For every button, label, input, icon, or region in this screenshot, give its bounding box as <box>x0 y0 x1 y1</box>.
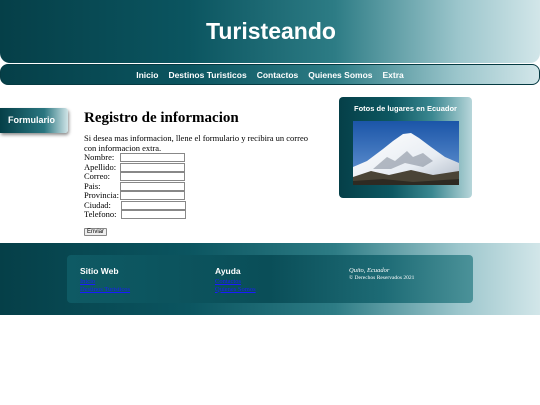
mountain-photo <box>353 121 459 185</box>
footer-col-title: Sitio Web <box>80 266 119 276</box>
nombre-field[interactable] <box>120 153 185 162</box>
footer-link-contactos[interactable]: Contactos <box>215 278 256 286</box>
footer-col-ayuda: Ayuda Contactos Quienes Somos <box>215 266 256 293</box>
form-intro: Si desea mas informacion, llene el formu… <box>84 133 308 153</box>
site-header: Turisteando <box>0 0 540 63</box>
field-row-provincia: Provincia: <box>84 190 324 201</box>
field-label: Telefono: <box>84 209 117 219</box>
photo-box-title: Fotos de lugares en Ecuador <box>354 104 457 113</box>
nav-destinos[interactable]: Destinos Turisticos <box>168 70 246 80</box>
field-row-pais: Pais: <box>84 181 324 192</box>
ciudad-field[interactable] <box>121 200 186 210</box>
footer-copyright: © Derechos Reservados 2021 <box>349 275 415 281</box>
apellido-field[interactable] <box>120 162 185 172</box>
footer-panel: Sitio Web Inicio Destinos Turisticos Ayu… <box>67 255 473 303</box>
nav-inicio[interactable]: Inicio <box>136 70 158 80</box>
nav-quienes-somos[interactable]: Quienes Somos <box>308 70 372 80</box>
footer-location: Quito, Ecuador <box>349 267 390 274</box>
footer-col-title: Ayuda <box>215 266 241 276</box>
correo-field[interactable] <box>120 172 185 181</box>
site-title: Turisteando <box>206 18 336 44</box>
photo-box: Fotos de lugares en Ecuador <box>339 97 472 198</box>
footer-col-sitio-web: Sitio Web Inicio Destinos Turisticos <box>80 266 130 293</box>
field-row-nombre: Nombre: <box>84 152 324 163</box>
provincia-field[interactable] <box>120 191 185 200</box>
side-tab-label: Formulario <box>8 115 56 125</box>
field-row-ciudad: Ciudad: <box>84 200 324 211</box>
form-heading: Registro de informacion <box>84 110 239 126</box>
field-row-correo: Correo: <box>84 171 324 182</box>
footer-link-quienes-somos[interactable]: Quienes Somos <box>215 286 256 294</box>
footer-link-inicio[interactable]: Inicio <box>80 278 130 286</box>
submit-button[interactable]: Enviar <box>84 227 108 236</box>
nav-contactos[interactable]: Contactos <box>257 70 299 80</box>
field-row-telefono: Telefono: <box>84 209 324 220</box>
site-footer: Sitio Web Inicio Destinos Turisticos Ayu… <box>0 243 540 315</box>
field-row-apellido: Apellido: <box>84 162 324 173</box>
footer-link-destinos[interactable]: Destinos Turisticos <box>80 286 130 294</box>
form-section: Registro de informacion Si desea mas inf… <box>84 110 324 238</box>
main-nav: Inicio Destinos Turisticos Contactos Qui… <box>0 64 540 85</box>
side-tab-formulario: Formulario <box>0 108 68 133</box>
nav-list: Inicio Destinos Turisticos Contactos Qui… <box>1 70 539 80</box>
nav-extra[interactable]: Extra <box>383 70 404 80</box>
telefono-field[interactable] <box>121 210 186 219</box>
footer-col-info: Quito, Ecuador © Derechos Reservados 202… <box>349 267 414 282</box>
registration-form: Nombre: Apellido: Correo: Pais: Provinci… <box>84 152 324 238</box>
pais-field[interactable] <box>120 181 185 191</box>
